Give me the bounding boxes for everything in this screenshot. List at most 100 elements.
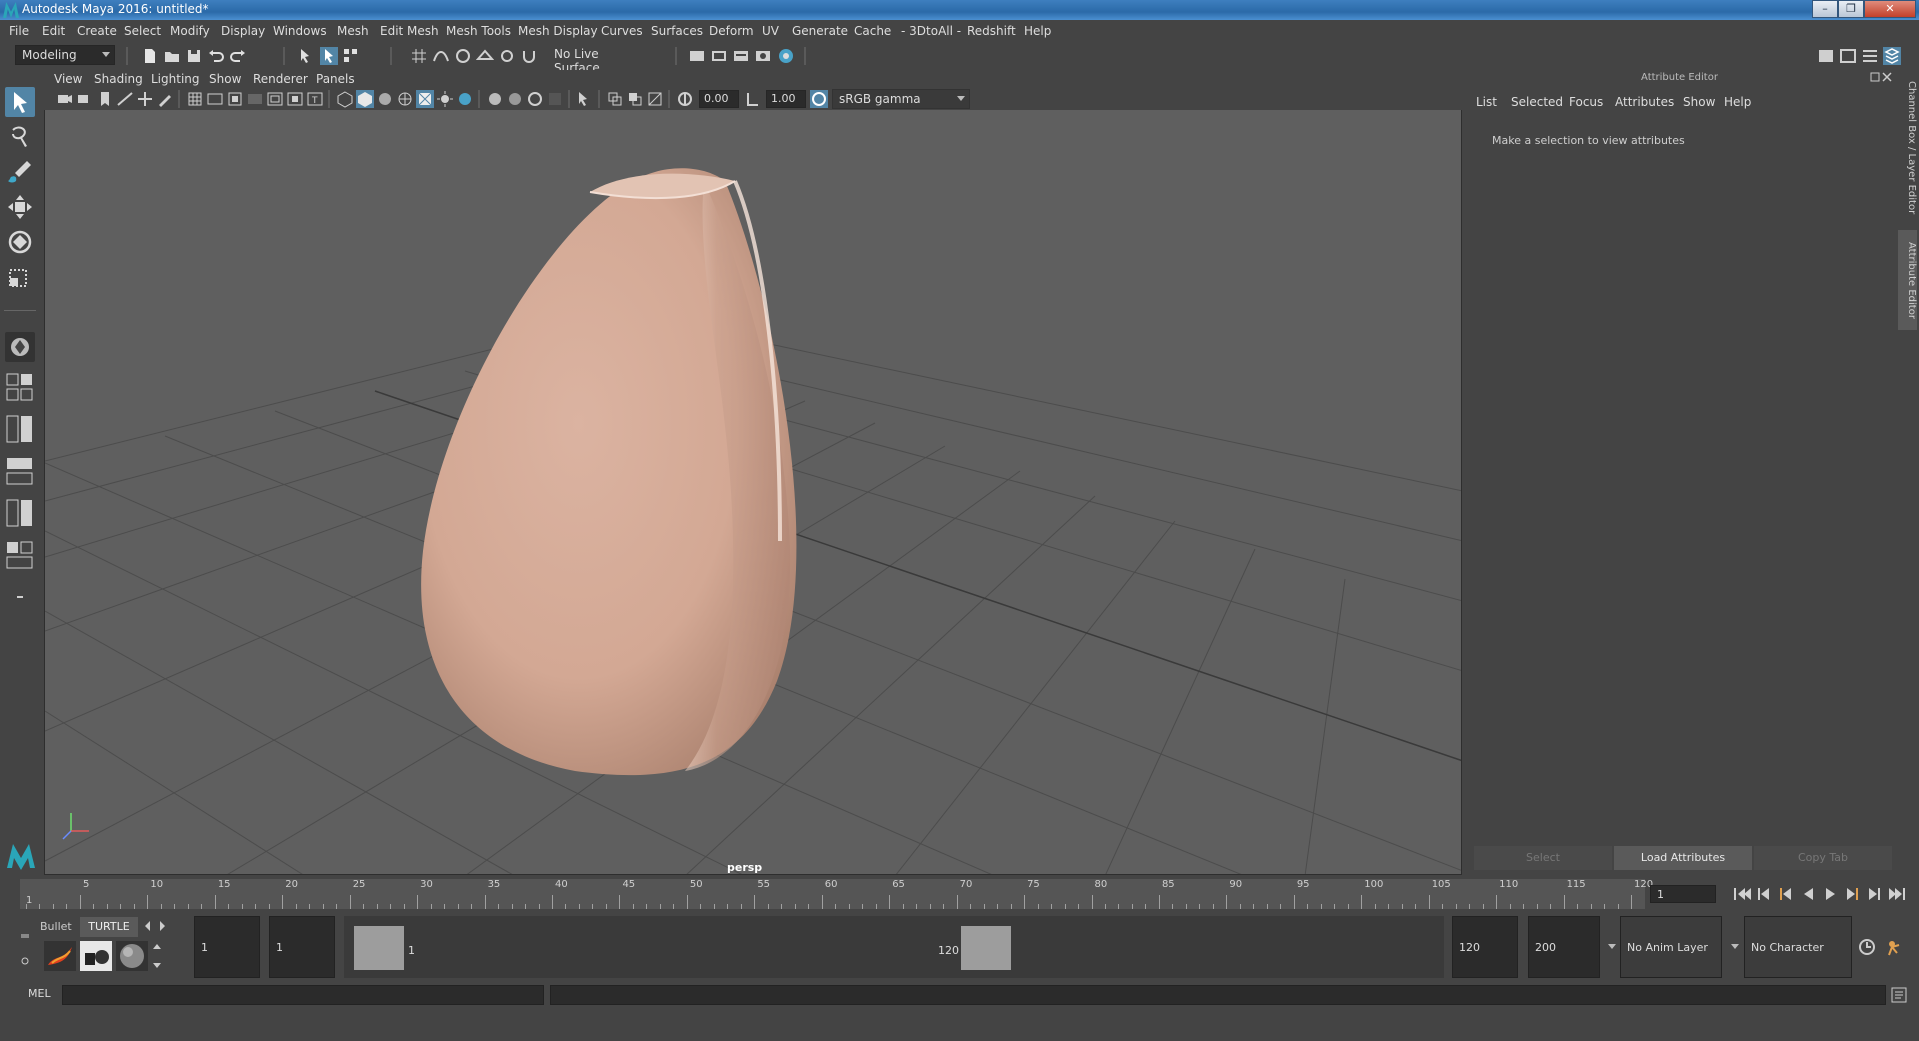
layout-persp-graph-button[interactable] [5, 456, 35, 490]
last-used-tool-button[interactable] [5, 332, 35, 362]
playback-start-field[interactable]: 1 [269, 916, 335, 978]
menu-mesh-tools[interactable]: Mesh Tools [446, 24, 511, 38]
color-space-dropdown[interactable]: sRGB gamma [832, 89, 970, 109]
command-input[interactable] [62, 985, 544, 1005]
menu-curves[interactable]: Curves [601, 24, 643, 38]
attr-menu-selected[interactable]: Selected [1511, 95, 1563, 109]
viewport-menu-shading[interactable]: Shading [94, 72, 143, 86]
shelf-item-fire[interactable] [44, 941, 76, 971]
tab-attribute-editor[interactable]: Attribute Editor [1898, 230, 1917, 330]
snap-curve-icon[interactable] [432, 47, 450, 65]
auto-keyframe-icon[interactable] [1857, 937, 1877, 957]
shelf-scroll-updown-icon[interactable] [152, 941, 162, 971]
wireframe-on-shaded-icon[interactable] [396, 90, 414, 108]
viewport-menu-renderer[interactable]: Renderer [253, 72, 308, 86]
live-surface-field[interactable]: No Live Surface [548, 45, 644, 75]
viewport-menu-show[interactable]: Show [209, 72, 241, 86]
scale-tool-button[interactable] [5, 262, 35, 292]
animation-preferences-icon[interactable] [1884, 937, 1904, 957]
menu-3dtoall[interactable]: - 3DtoAll - [901, 24, 961, 38]
textured-icon[interactable] [416, 90, 434, 108]
menu-help[interactable]: Help [1024, 24, 1051, 38]
shelf-tab-turtle[interactable]: TURTLE [80, 917, 138, 937]
bookmark-icon[interactable] [96, 90, 114, 108]
range-slider-end-handle[interactable] [961, 926, 1011, 970]
menu-modify[interactable]: Modify [170, 24, 210, 38]
playback-end-field[interactable]: 120 [1452, 916, 1518, 978]
rotate-tool-button[interactable] [5, 227, 35, 257]
egg-mesh[interactable] [421, 168, 797, 776]
layout-persp-outliner-button[interactable] [5, 414, 35, 448]
render-view-icon[interactable] [777, 47, 795, 65]
menu-uv[interactable]: UV [762, 24, 779, 38]
character-set-dropdown-arrow[interactable] [1728, 916, 1742, 978]
current-frame-field[interactable]: 1 [1650, 885, 1716, 903]
shadows-icon[interactable] [456, 90, 474, 108]
menu-redshift[interactable]: Redshift [967, 24, 1016, 38]
menu-display[interactable]: Display [221, 24, 265, 38]
select-by-hierarchy-icon[interactable] [298, 47, 316, 65]
modeling-toolkit-icon[interactable] [1817, 47, 1835, 65]
tool-settings-icon[interactable] [1839, 47, 1857, 65]
new-scene-icon[interactable] [141, 47, 159, 65]
select-button[interactable]: Select [1474, 846, 1612, 870]
menu-cache[interactable]: Cache [854, 24, 891, 38]
isolate-select-icon[interactable] [576, 90, 594, 108]
menu-mesh-display[interactable]: Mesh Display [518, 24, 598, 38]
mode-dropdown[interactable]: Modeling [15, 45, 115, 65]
xray-joints-icon[interactable] [626, 90, 644, 108]
menu-edit[interactable]: Edit [42, 24, 65, 38]
select-by-component-icon[interactable] [342, 47, 360, 65]
character-set-dropdown[interactable]: No Character Set [1744, 916, 1852, 1016]
copy-tab-button[interactable]: Copy Tab [1754, 846, 1892, 870]
range-slider-track[interactable]: 1 120 [344, 916, 1444, 978]
use-default-material-icon[interactable] [376, 90, 394, 108]
time-slider[interactable]: 1 5 10 15 20 25 30 35 40 45 50 55 60 65 70 75 80 85 90 95 1… [0, 877, 1919, 911]
layout-four-view-button[interactable] [5, 372, 35, 406]
open-scene-icon[interactable] [163, 47, 181, 65]
undo-icon[interactable] [207, 47, 225, 65]
snap-magnet-icon[interactable] [520, 47, 538, 65]
paint-select-tool-button[interactable] [5, 157, 35, 187]
camera-select-icon[interactable] [56, 90, 74, 108]
lights-icon[interactable] [436, 90, 454, 108]
shelf-item-sphere[interactable] [116, 941, 148, 971]
smooth-shade-icon[interactable] [356, 90, 374, 108]
snap-grid-icon[interactable] [410, 47, 428, 65]
attr-menu-list[interactable]: List [1476, 95, 1497, 109]
viewport-menu-view[interactable]: View [54, 72, 82, 86]
menu-select[interactable]: Select [124, 24, 161, 38]
safe-title-icon[interactable]: T [306, 90, 324, 108]
menu-edit-mesh[interactable]: Edit Mesh [380, 24, 439, 38]
shelf-item-render[interactable] [80, 941, 112, 971]
field-chart-icon[interactable] [266, 90, 284, 108]
shelf-scroll-arrows-icon[interactable] [143, 919, 167, 933]
viewport-menu-lighting[interactable]: Lighting [151, 72, 200, 86]
command-language-toggle[interactable]: MEL [28, 987, 51, 1000]
tab-channel-box[interactable]: Channel Box / Layer Editor [1898, 80, 1917, 215]
time-slider-track[interactable]: 1 5 10 15 20 25 30 35 40 45 50 55 60 65 70 75 80 85 90 95 1… [20, 879, 1653, 909]
ipr-render-icon[interactable] [710, 47, 728, 65]
2d-pan-zoom-icon[interactable] [136, 90, 154, 108]
animation-end-field[interactable]: 200 [1528, 916, 1600, 978]
viewport-scene[interactable] [45, 71, 1462, 875]
menu-windows[interactable]: Windows [273, 24, 327, 38]
screen-space-ao-icon[interactable] [486, 90, 504, 108]
close-button[interactable]: ✕ [1864, 0, 1916, 18]
attribute-editor-toggle-icon[interactable] [1861, 47, 1879, 65]
float-panel-icon[interactable] [1870, 72, 1880, 82]
maximize-button[interactable]: ❐ [1838, 0, 1864, 18]
attr-menu-show[interactable]: Show [1683, 95, 1715, 109]
close-panel-icon[interactable] [1882, 72, 1892, 82]
viewport-panel[interactable]: persp [44, 70, 1462, 875]
menu-surfaces[interactable]: Surfaces [651, 24, 703, 38]
color-management-icon[interactable] [810, 90, 828, 108]
gate-mask-icon[interactable] [246, 90, 264, 108]
camera-attributes-icon[interactable] [76, 90, 94, 108]
layout-custom-button[interactable] [5, 582, 35, 612]
attr-menu-help[interactable]: Help [1724, 95, 1751, 109]
anim-layer-dropdown-arrow[interactable] [1604, 916, 1620, 978]
snap-view-plane-icon[interactable] [476, 47, 494, 65]
image-plane-icon[interactable] [116, 90, 134, 108]
load-attributes-button[interactable]: Load Attributes [1614, 846, 1752, 870]
